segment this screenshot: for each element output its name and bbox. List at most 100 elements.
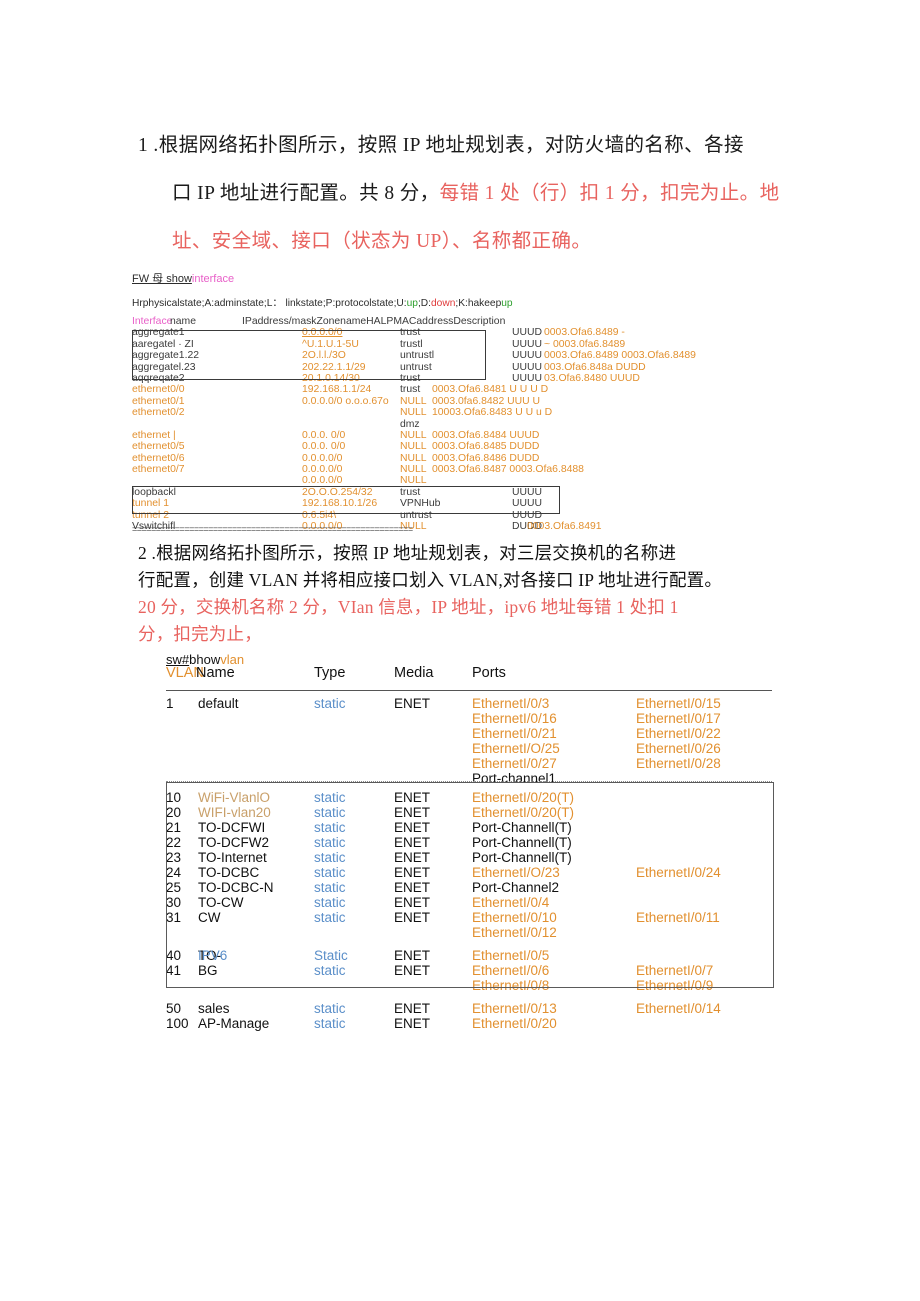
vlan-table-row: 100 AP-Manage static ENET EthernetI/0/20 [166,1016,776,1031]
firewall-row-hal: UUUD [511,327,542,339]
vlan-row-media: ENET [394,835,431,850]
vlan-row-name: BG [198,963,218,978]
vlan-row-media: ENET [394,1016,431,1031]
vlan-row-media: ENET [394,790,431,805]
vlan-row-port-right: EthernetI/0/26 [636,741,721,756]
vlan-row-media: ENET [394,948,431,963]
vlan-row-port-left: Port-Channell(T) [472,820,572,835]
vlan-row-id: 50 [166,1001,182,1016]
firewall-table-row: loopbackl 2O.O.O.254/32 trust UUUU [132,487,602,498]
vlan-row-name: default [198,696,239,711]
vlan-table-row: 23 TO-Internet static ENET Port-Channell(T) [166,850,776,865]
firewall-command: interface [191,273,235,285]
firewall-row-hal: UUUU [511,372,542,384]
vlan-row-id: 24 [166,865,182,880]
vlan-row-port-left: EthernetI/0/13 [472,1001,557,1016]
firewall-row-zone: dmz [400,418,420,430]
vlan-row-name: TO-Internet [198,850,267,865]
firewall-row-mac: 0003.Ofa6.8487 0003.Ofa6.8488 [432,464,584,476]
vlan-column-header-media: Media [394,665,434,681]
firewall-row-ip: 0.0.0. 0/0 [302,441,346,453]
firewall-row-hal: UUUU [511,498,542,510]
firewall-row-zone: NULL [400,452,427,464]
firewall-row-mac: 03.Ofa6.8480 UUUD [544,372,640,384]
vlan-row-id: 21 [166,820,182,835]
firewall-row-mac: 0003.Ofa6.8484 UUUD [432,429,540,441]
firewall-table-header: Interface name IPaddress/maskZonenameHAL… [132,316,602,327]
firewall-row-zone: trustl [400,338,423,350]
vlan-row-port-left: EthernetI/0/3 [472,696,550,711]
vlan-row-type: static [314,1001,346,1016]
vlan-row-type: static [314,820,346,835]
vlan-row-media: ENET [394,805,431,820]
firewall-row-interface: aggregatel.23 [132,361,196,373]
firewall-command-line: FW 母 showinterface [132,270,234,286]
vlan-row-type: static [314,1016,346,1031]
vlan-row-port-right: EthernetI/0/11 [636,910,720,925]
firewall-row-interface: ethernet0/0 [132,384,185,396]
vlan-row-id: 40 [166,948,182,963]
vlan-row-media: ENET [394,850,431,865]
firewall-table-row: aggregatel.23 202.22.1.1/29 untrust UUUU 003… [132,361,646,373]
vlan-row-media: ENET [394,910,431,925]
firewall-row-zone: NULL [400,407,427,419]
vlan-row-port-right: EthernetI/0/17 [636,711,721,726]
vlan-table-row: 31 CW static ENET EthernetI/0/10 EthernetI/0/… [166,910,776,925]
question-2-line-3-red: 20 分，交换机名称 2 分，VIan 信息，IP 地址，ipv6 地址每错 1… [138,597,679,617]
vlan-table-row: EthernetI/0/8 EthernetI/0/9 [166,978,776,993]
vlan-row-port-left: EthernetI/0/16 [472,711,557,726]
firewall-table-row: dmz [132,419,602,430]
vlan-row-port-right: EthernetI/0/15 [636,696,721,711]
vlan-table-header: VLAN Name Type Media Ports [166,665,776,687]
firewall-row-zone: untrustl [400,350,435,362]
firewall-row-mac: 10003.Ofa6.8483 U U u D [432,407,553,419]
firewall-row-mac: 0003.Ofa6.8491 [527,521,602,533]
vlan-table-row: 20 WIFI-vlan20 static ENET EthernetI/0/20(T) [166,805,776,820]
firewall-row-mac: 003.Ofa6.848a DUDD [544,361,646,373]
vlan-table-row: EthernetI/0/27 EthernetI/0/28 [166,756,776,771]
firewall-row-zone: NULL [400,395,427,407]
vlan-row-port-left: EthernetI/0/27 [472,756,557,771]
vlan-row-type: static [314,835,346,850]
vlan-row-port-right: EthernetI/0/9 [636,978,714,993]
vlan-row-port-left: EthernetI/0/8 [472,978,550,993]
question-1-number: 1 . [138,135,159,156]
question-2-line-4-red: 分，扣完为止， [138,624,262,644]
firewall-row-mac: 0003.Ofa6.8481 U U U D [432,384,549,396]
vlan-table-row: 10 WiFi-VlanlO static ENET EthernetI/0/20(T) [166,790,776,805]
vlan-table-row: Port-channel1 [166,771,776,786]
legend-part-4: ;K:hakeep [455,298,502,309]
firewall-row-ip: 0.0.0.0/0 [302,464,343,476]
vlan-table-row: 25 TO-DCBC-N static ENET Port-Channel2 [166,880,776,895]
firewall-row-mac: 0003.Ofa6.8486 DUDD [432,452,540,464]
vlan-table-row: EthernetI/0/16 EthernetI/0/17 [166,711,776,726]
vlan-row-type: static [314,790,346,805]
vlan-row-type: static [314,880,346,895]
firewall-row-zone: VPNHub [400,498,441,510]
vlan-row-port-left: Port-Channell(T) [472,835,572,850]
firewall-row-ip: 2O.l.l./3O [302,350,346,362]
firewall-table-row: aggregate1 0.0.0.0/0 trust UUUD 0003.Ofa6.84… [132,327,625,339]
firewall-row-ip: 0.0.0.0/0 [302,452,343,464]
vlan-row-type: static [314,696,346,711]
firewall-row-interface: tunnel 1 [132,498,169,510]
vlan-row-name: sales [198,1001,230,1016]
firewall-interface-table: Interface name IPaddress/maskZonenameHAL… [132,316,696,533]
firewall-table-row: ethernet0/6 0.0.0.0/0 NULL 0003.Ofa6.8486 D… [132,453,602,464]
firewall-row-interface: tunnel 2 [132,509,169,521]
vlan-row-port-left: Port-Channell(T) [472,850,572,865]
firewall-row-interface: aaregatel · ZI [132,338,194,350]
vlan-row-port-left: EthernetI/0/6 [472,963,550,978]
legend-part-3: down [431,298,456,309]
vlan-row-type: static [314,910,346,925]
firewall-row-interface: aggregate1 [132,327,185,339]
vlan-row-id: 23 [166,850,182,865]
firewall-row-interface: aqqreqate2 [132,372,185,384]
vlan-row-media: ENET [394,865,431,880]
firewall-row-ip: 0.0.0.0/0 o.o.o.67o [302,395,389,407]
vlan-table-row: EthernetI/O/25 EthernetI/0/26 [166,741,776,756]
firewall-row-hal: UUUU [511,361,542,373]
question-2-number: 2 . [138,543,157,563]
vlan-row-name: TO-DCBC [198,865,260,880]
vlan-row-port-left: EthernetI/0/20(T) [472,805,575,820]
